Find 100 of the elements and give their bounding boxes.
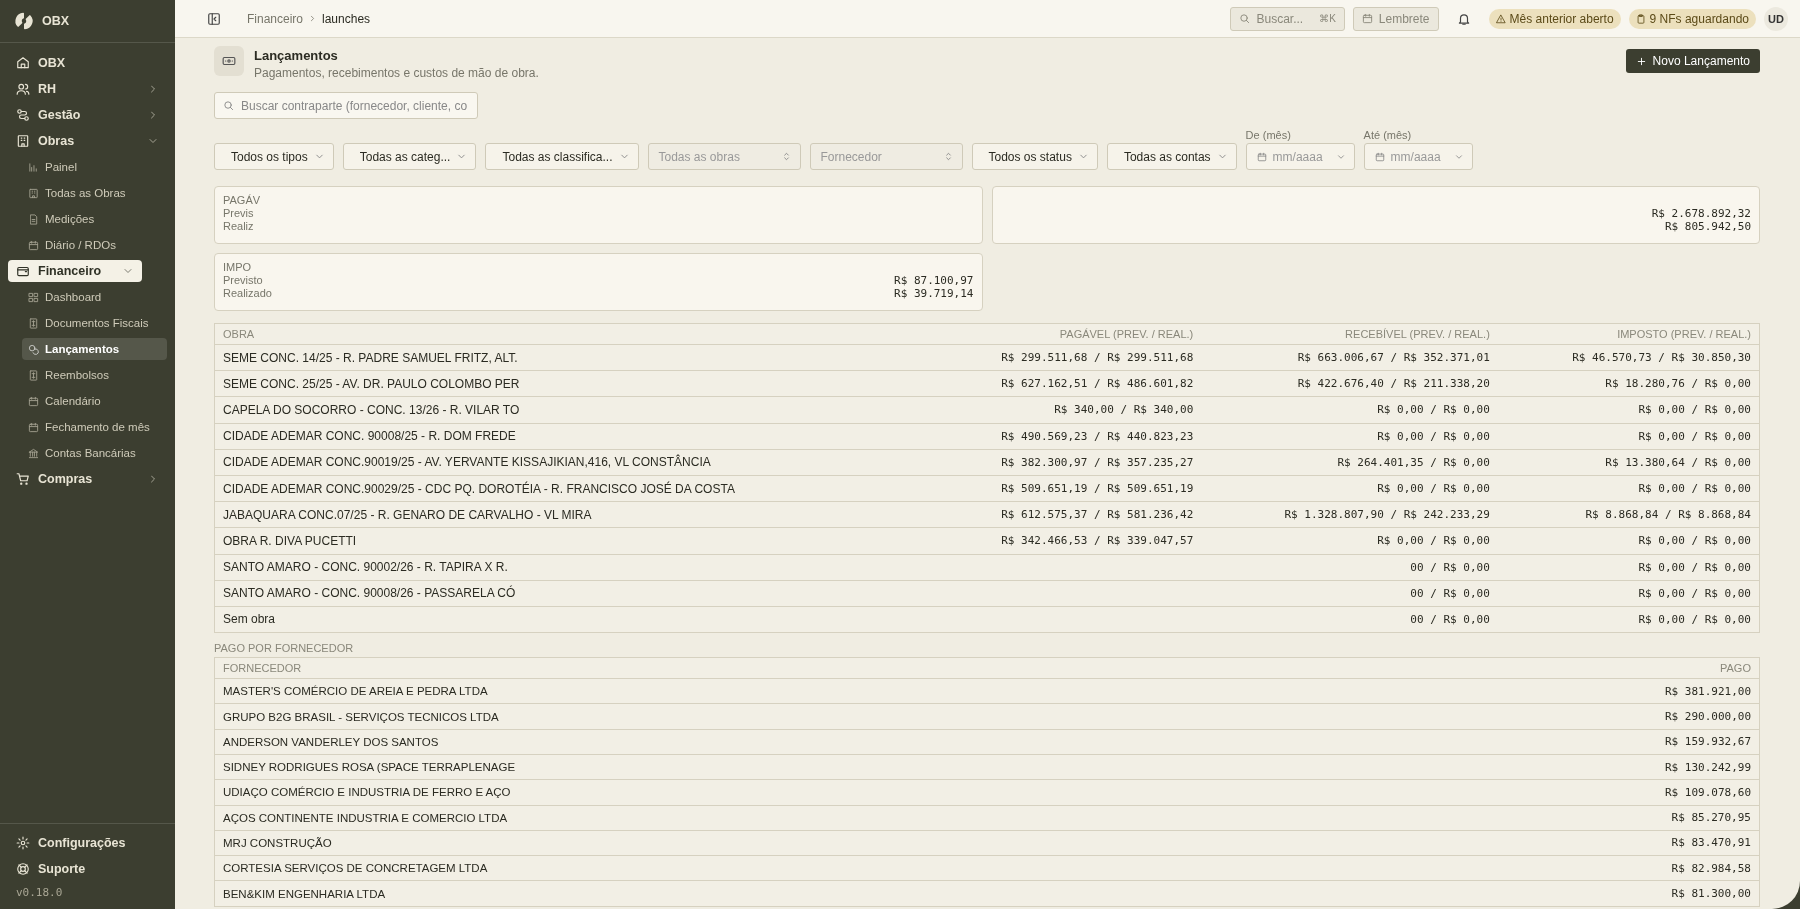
- building-icon: [16, 134, 30, 148]
- settings-icon: [16, 836, 30, 850]
- table-cell: R$ 18.280,76 / R$ 0,00: [1497, 370, 1760, 397]
- summary-value: R$ 39.719,14: [894, 287, 974, 300]
- table-cell: R$ 509.651,19 / R$ 509.651,19: [922, 475, 1202, 502]
- sidebar-subitem[interactable]: Dashboard: [22, 286, 167, 308]
- table-cell: R$ 82.984,58: [1373, 855, 1760, 881]
- sidebar-subitem[interactable]: Todas as Obras: [22, 182, 167, 204]
- receipt-icon: [28, 317, 39, 329]
- brand-name: OBX: [42, 14, 70, 28]
- table-cell: R$ 13.380,64 / R$ 0,00: [1497, 449, 1760, 476]
- status-badge[interactable]: Mês anterior aberto: [1488, 8, 1621, 29]
- sidebar-subitem[interactable]: Lançamentos: [22, 338, 167, 360]
- table-cell: CAPELA DO SOCORRO - CONC. 13/26 - R. VILAR TO: [214, 396, 923, 424]
- version-label: v0.18.0: [15, 885, 64, 901]
- route-icon: [16, 108, 30, 122]
- calendar-icon: [28, 421, 39, 433]
- summary-label: Realizado: [223, 287, 272, 300]
- sidebar-subitem[interactable]: Diário / RDOs: [22, 234, 167, 256]
- sidebar-item[interactable]: Suporte: [8, 858, 167, 880]
- filter-dropdown[interactable]: Todas as categ...: [342, 143, 477, 170]
- filter-label: Até (mês): [1363, 129, 1413, 141]
- search-icon: [223, 100, 234, 111]
- lifebuoy-icon: [16, 862, 30, 876]
- filter-dropdown[interactable]: Todos os status: [971, 143, 1098, 170]
- table-cell: R$ 264.401,35 / R$ 0,00: [1201, 449, 1498, 476]
- user-avatar[interactable]: UD: [1764, 6, 1788, 31]
- calendar-icon: [1361, 13, 1373, 24]
- sidebar-item[interactable]: Obras: [8, 130, 167, 152]
- sidebar-subitem[interactable]: Calendário: [22, 390, 167, 412]
- status-badge[interactable]: 9 NFs aguardando: [1628, 8, 1756, 29]
- table-cell: UDIAÇO COMÉRCIO E INDUSTRIA DE FERRO E AÇO: [214, 779, 1374, 806]
- search-field[interactable]: Buscar contraparte (fornecedor, cliente, co: [214, 92, 478, 119]
- table-cell: R$ 612.575,37 / R$ 581.236,42: [922, 501, 1202, 528]
- bell-icon: [1456, 11, 1471, 26]
- table-cell: R$ 0,00 / R$ 0,00: [1497, 580, 1760, 607]
- summary-label: Previs: [223, 207, 254, 220]
- column-header: OBRA: [214, 323, 923, 345]
- sidebar-subitem[interactable]: Contas Bancárias: [22, 442, 167, 464]
- table-cell: R$ 81.300,00: [1373, 880, 1760, 907]
- sidebar-subitem[interactable]: Medições: [22, 208, 167, 230]
- calendar-icon: [28, 395, 39, 407]
- sidebar-subitem[interactable]: Documentos Fiscais: [22, 312, 167, 334]
- table-cell: 00 / R$ 0,00: [1201, 606, 1498, 633]
- table-cell: Sem obra: [214, 606, 923, 633]
- receipt-icon: [28, 369, 39, 381]
- column-header: FORNECEDOR: [214, 657, 1374, 679]
- warning-icon: [1495, 13, 1506, 24]
- table-cell: R$ 0,00 / R$ 0,00: [1201, 423, 1498, 450]
- table-cell: R$ 1.328.807,90 / R$ 242.233,29: [1201, 501, 1498, 528]
- sidebar-item[interactable]: RH: [8, 78, 167, 100]
- table-cell: SIDNEY RODRIGUES ROSA (SPACE TERRAPLENAGE: [214, 754, 1374, 780]
- sidebar-subitem[interactable]: Fechamento de mês: [22, 416, 167, 438]
- table-cell: 00 / R$ 0,00: [1201, 554, 1498, 581]
- summary-value: R$ 87.100,97: [894, 274, 974, 287]
- summary-value: R$ 805.942,50: [1664, 220, 1751, 233]
- table-cell: ANDERSON VANDERLEY DOS SANTOS: [214, 729, 1374, 755]
- cart-icon: [16, 472, 30, 486]
- table-cell: SEME CONC. 14/25 - R. PADRE SAMUEL FRITZ, ALT.: [214, 344, 923, 371]
- plus-icon: [1635, 55, 1647, 67]
- new-entry-button[interactable]: Novo Lançamento: [1625, 49, 1760, 73]
- bank-icon: [28, 447, 39, 459]
- table-cell: JABAQUARA CONC.07/25 - R. GENARO DE CARVALHO - VL MIRA: [214, 501, 923, 528]
- table-cell: R$ 342.466,53 / R$ 339.047,57: [922, 527, 1202, 554]
- table-cell: AÇOS CONTINENTE INDUSTRIA E COMERCIO LTDA: [214, 805, 1374, 831]
- table-cell: R$ 381.921,00: [1373, 678, 1760, 704]
- table-cell: BEN&KIM ENGENHARIA LTDA: [214, 880, 1374, 907]
- sidebar-item[interactable]: Configurações: [8, 832, 167, 854]
- users-icon: [16, 82, 30, 96]
- summary-label: Realiz: [223, 220, 254, 233]
- sidebar-subitem[interactable]: Painel: [22, 156, 167, 178]
- filter-dropdown[interactable]: Todos os tipos: [214, 143, 334, 170]
- summary-label: Previsto: [223, 274, 263, 287]
- sidebar-item[interactable]: Compras: [8, 468, 167, 490]
- column-header: PAGO: [1373, 657, 1760, 679]
- table-cell: R$ 663.006,67 / R$ 352.371,01: [1201, 344, 1498, 371]
- table-cell: GRUPO B2G BRASIL - SERVIÇOS TECNICOS LTDA: [214, 703, 1374, 730]
- panel-icon: [207, 11, 221, 26]
- calendar-icon: [28, 239, 39, 251]
- table-cell: OBRA R. DIVA PUCETTI: [214, 527, 923, 554]
- sidebar-subitem[interactable]: Reembolsos: [22, 364, 167, 386]
- table-cell: R$ 0,00 / R$ 0,00: [1497, 606, 1760, 633]
- table-cell: R$ 490.569,23 / R$ 440.823,23: [922, 423, 1202, 450]
- search-icon: [1239, 13, 1251, 24]
- breadcrumb-item[interactable]: Financeiro: [247, 11, 304, 26]
- table-cell: R$ 382.300,97 / R$ 357.235,27: [922, 449, 1202, 476]
- filter-dropdown[interactable]: Todas as classifica...: [485, 143, 639, 170]
- table-cell: R$ 0,00 / R$ 0,00: [1497, 554, 1760, 581]
- sidebar-item[interactable]: Gestão: [8, 104, 167, 126]
- calendar-icon: [1256, 151, 1267, 162]
- card-title: PAGÁV: [223, 194, 262, 207]
- sidebar-item[interactable]: Financeiro: [8, 260, 142, 282]
- column-header: RECEBÍVEL (PREV. / REAL.): [1201, 323, 1498, 345]
- table-cell: R$ 109.078,60: [1373, 779, 1760, 806]
- table-cell: MRJ CONSTRUÇÃO: [214, 830, 1374, 856]
- sidebar-item[interactable]: OBX: [8, 52, 167, 74]
- table-cell: R$ 159.932,67: [1373, 729, 1760, 755]
- card-title: IMPO: [223, 261, 253, 274]
- filter-dropdown[interactable]: Todas as contas: [1106, 143, 1237, 170]
- table-cell: R$ 83.470,91: [1373, 830, 1760, 856]
